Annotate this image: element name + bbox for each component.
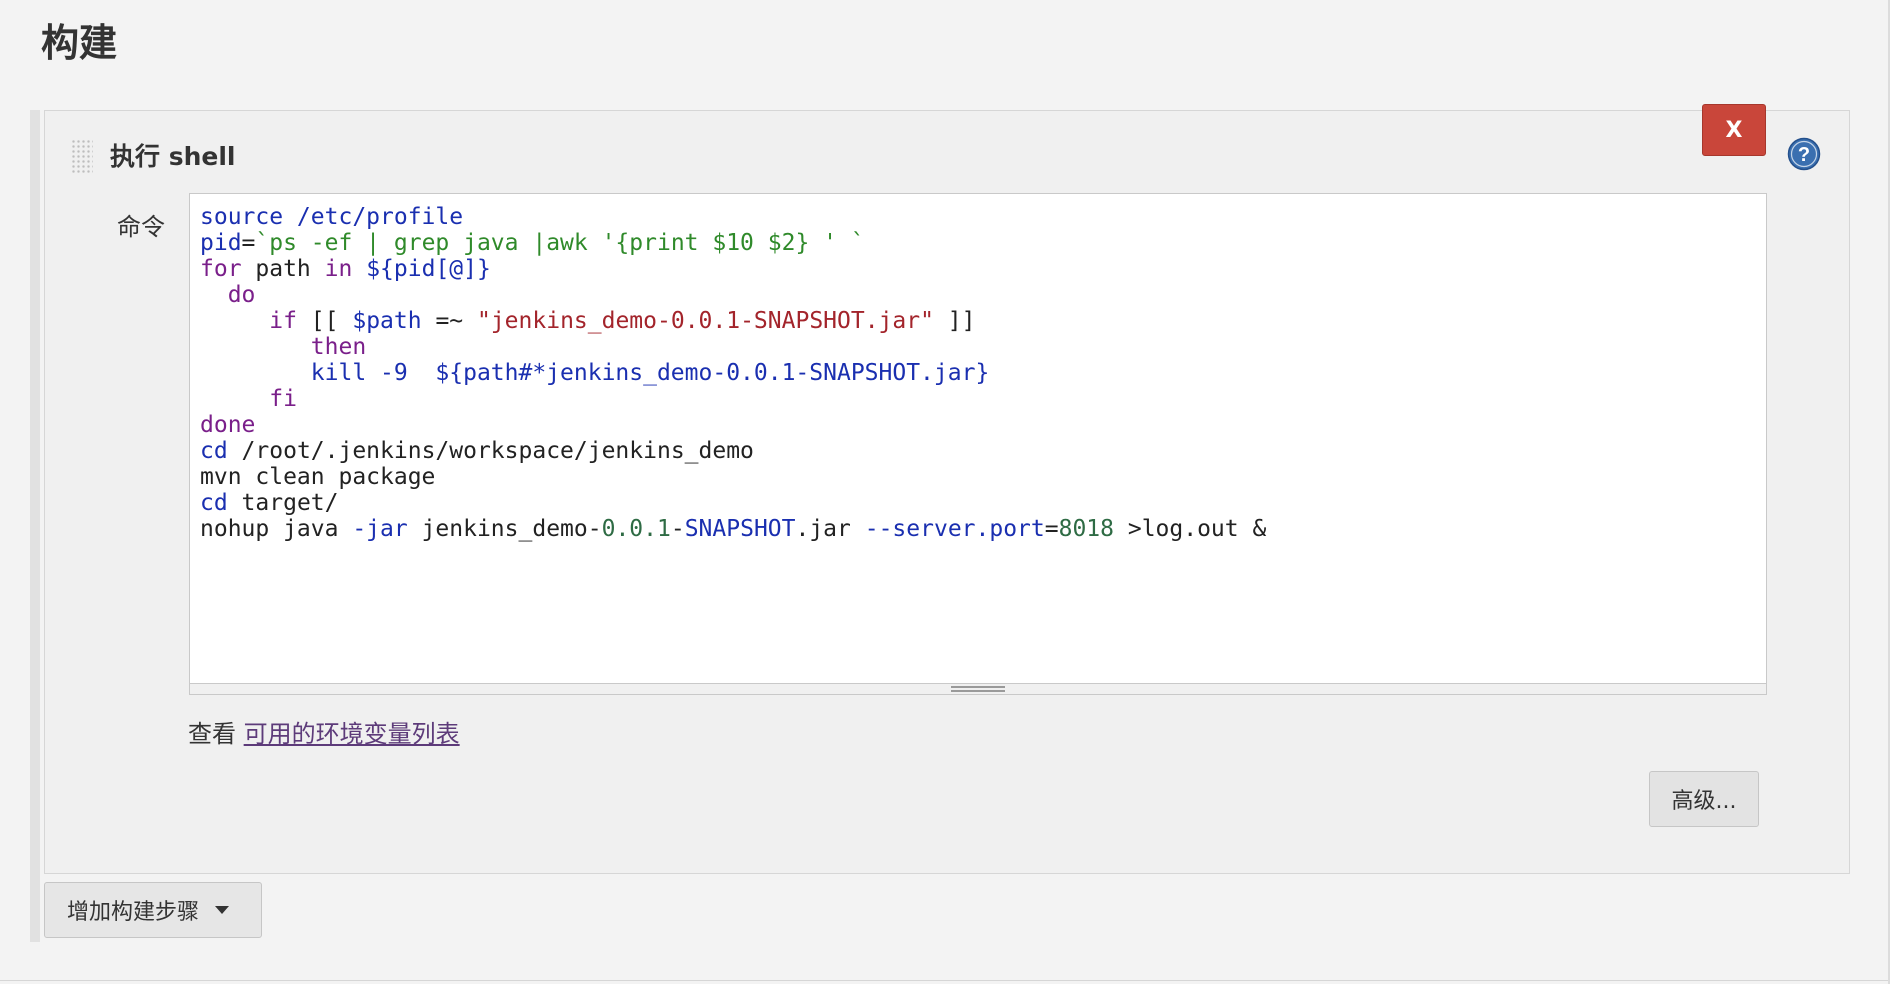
caret-down-icon	[215, 906, 230, 914]
code-line: cd target/	[200, 490, 339, 516]
delete-step-button[interactable]: X	[1702, 104, 1766, 156]
resize-grip-icon	[951, 686, 1005, 692]
question-circle-icon[interactable]: ?	[1787, 137, 1821, 171]
step-title: 执行 shell	[110, 142, 236, 171]
env-vars-hint: 查看 可用的环境变量列表	[188, 714, 460, 749]
code-line: pid=`ps -ef | grep java |awk '{print $10…	[200, 230, 865, 256]
env-hint-prefix: 查看	[188, 720, 236, 748]
code-line: if [[ $path =~ "jenkins_demo-0.0.1-SNAPS…	[269, 308, 976, 334]
add-build-step-label: 增加构建步骤	[67, 900, 200, 925]
env-vars-link[interactable]: 可用的环境变量列表	[244, 720, 460, 748]
code-line: do	[227, 282, 256, 308]
drag-handle-icon[interactable]	[71, 139, 93, 173]
code-line: nohup java -jar jenkins_demo-0.0.1-SNAPS…	[200, 516, 1267, 542]
editor-resize-handle[interactable]	[189, 683, 1767, 695]
command-label: 命令	[117, 213, 165, 241]
code-line: then	[310, 334, 367, 360]
code-line: done	[200, 412, 256, 438]
section-title: 构建	[41, 21, 118, 65]
code-line: cd /root/.jenkins/workspace/jenkins_demo	[200, 438, 754, 464]
svg-text:?: ?	[1798, 144, 1810, 166]
bottom-divider	[0, 980, 1890, 981]
code-line: mvn clean package	[200, 464, 436, 490]
advanced-button[interactable]: 高级...	[1649, 771, 1759, 827]
code-line: source /etc/profile	[200, 204, 464, 230]
code-line: for path in ${pid[@]}	[200, 256, 491, 282]
add-build-step-button[interactable]: 增加构建步骤	[44, 882, 262, 938]
left-rail	[30, 110, 40, 942]
code-line: kill -9 ${path#*jenkins_demo-0.0.1-SNAPS…	[310, 360, 990, 386]
build-step-panel: 执行 shell X ? 命令 source /etc/profile pid=`…	[44, 104, 1850, 874]
code-line: fi	[269, 386, 297, 412]
command-editor[interactable]: source /etc/profile pid=`ps -ef | grep ja…	[189, 193, 1767, 695]
